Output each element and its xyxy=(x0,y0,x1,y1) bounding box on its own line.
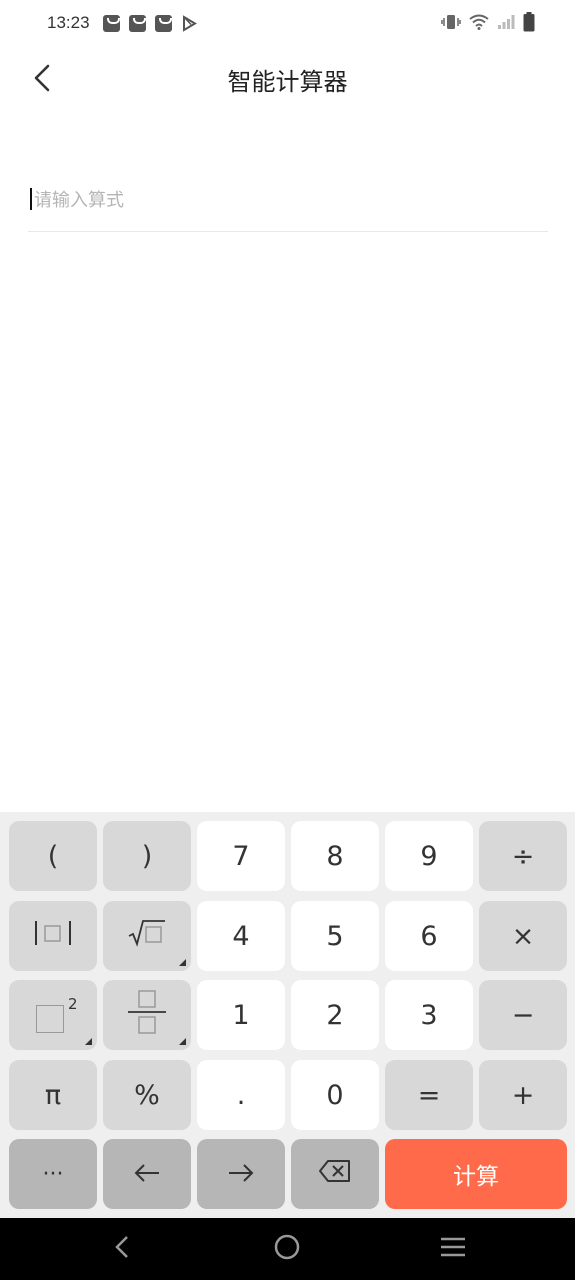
key-more[interactable]: ··· xyxy=(9,1139,97,1209)
calculate-button[interactable]: 计算 xyxy=(385,1139,567,1209)
system-nav-bar xyxy=(0,1218,575,1280)
key-divide[interactable]: ÷ xyxy=(479,821,567,891)
nav-home-button[interactable] xyxy=(270,1232,304,1266)
key-cursor-left[interactable] xyxy=(103,1139,191,1209)
home-icon xyxy=(273,1233,301,1265)
key-9[interactable]: 9 xyxy=(385,821,473,891)
wifi-icon xyxy=(469,14,489,34)
fraction-icon xyxy=(125,989,169,1042)
square-root-icon xyxy=(125,917,169,956)
vibrate-icon xyxy=(441,13,461,35)
key-pi[interactable]: π xyxy=(9,1060,97,1130)
key-multiply[interactable]: × xyxy=(479,901,567,971)
calculator-keyboard: ( ) 7 8 9 ÷ 4 5 6 × 2 1 2 3 − π % . 0 = … xyxy=(0,812,575,1218)
key-2[interactable]: 2 xyxy=(291,980,379,1050)
key-1[interactable]: 1 xyxy=(197,980,285,1050)
play-store-icon xyxy=(181,15,198,36)
key-right-paren[interactable]: ) xyxy=(103,821,191,891)
status-icons xyxy=(441,12,535,36)
key-plus[interactable]: + xyxy=(479,1060,567,1130)
page-title: 智能计算器 xyxy=(227,68,348,96)
status-time: 13:23 xyxy=(47,13,90,32)
nav-back-button[interactable] xyxy=(105,1232,139,1266)
text-caret xyxy=(30,188,32,210)
square-exponent: 2 xyxy=(68,995,78,1013)
shopping-bag-icon xyxy=(103,15,120,32)
key-square[interactable]: 2 xyxy=(9,980,97,1050)
battery-icon xyxy=(523,12,535,36)
formula-input[interactable]: 请输入算式 xyxy=(28,176,548,232)
shopping-bag-icon xyxy=(155,15,172,32)
signal-icon xyxy=(497,14,515,34)
key-absolute-value[interactable] xyxy=(9,901,97,971)
key-left-paren[interactable]: ( xyxy=(9,821,97,891)
status-bar: 13:23 xyxy=(0,0,575,48)
key-backspace[interactable] xyxy=(291,1139,379,1209)
key-cursor-right[interactable] xyxy=(197,1139,285,1209)
absolute-value-icon xyxy=(31,917,75,956)
menu-icon xyxy=(439,1235,467,1263)
key-4[interactable]: 4 xyxy=(197,901,285,971)
key-percent[interactable]: % xyxy=(103,1060,191,1130)
nav-menu-button[interactable] xyxy=(436,1232,470,1266)
formula-placeholder: 请输入算式 xyxy=(34,190,124,211)
key-6[interactable]: 6 xyxy=(385,901,473,971)
key-3[interactable]: 3 xyxy=(385,980,473,1050)
nav-back-icon xyxy=(113,1233,131,1265)
key-square-root[interactable] xyxy=(103,901,191,971)
key-equals[interactable]: = xyxy=(385,1060,473,1130)
key-0[interactable]: 0 xyxy=(291,1060,379,1130)
key-decimal[interactable]: . xyxy=(197,1060,285,1130)
key-8[interactable]: 8 xyxy=(291,821,379,891)
shopping-bag-icon xyxy=(129,15,146,32)
arrow-right-icon xyxy=(226,1159,256,1190)
backspace-icon xyxy=(318,1159,352,1190)
arrow-left-icon xyxy=(132,1159,162,1190)
key-fraction[interactable] xyxy=(103,980,191,1050)
square-icon: 2 xyxy=(28,995,78,1035)
key-5[interactable]: 5 xyxy=(291,901,379,971)
key-minus[interactable]: − xyxy=(479,980,567,1050)
key-7[interactable]: 7 xyxy=(197,821,285,891)
